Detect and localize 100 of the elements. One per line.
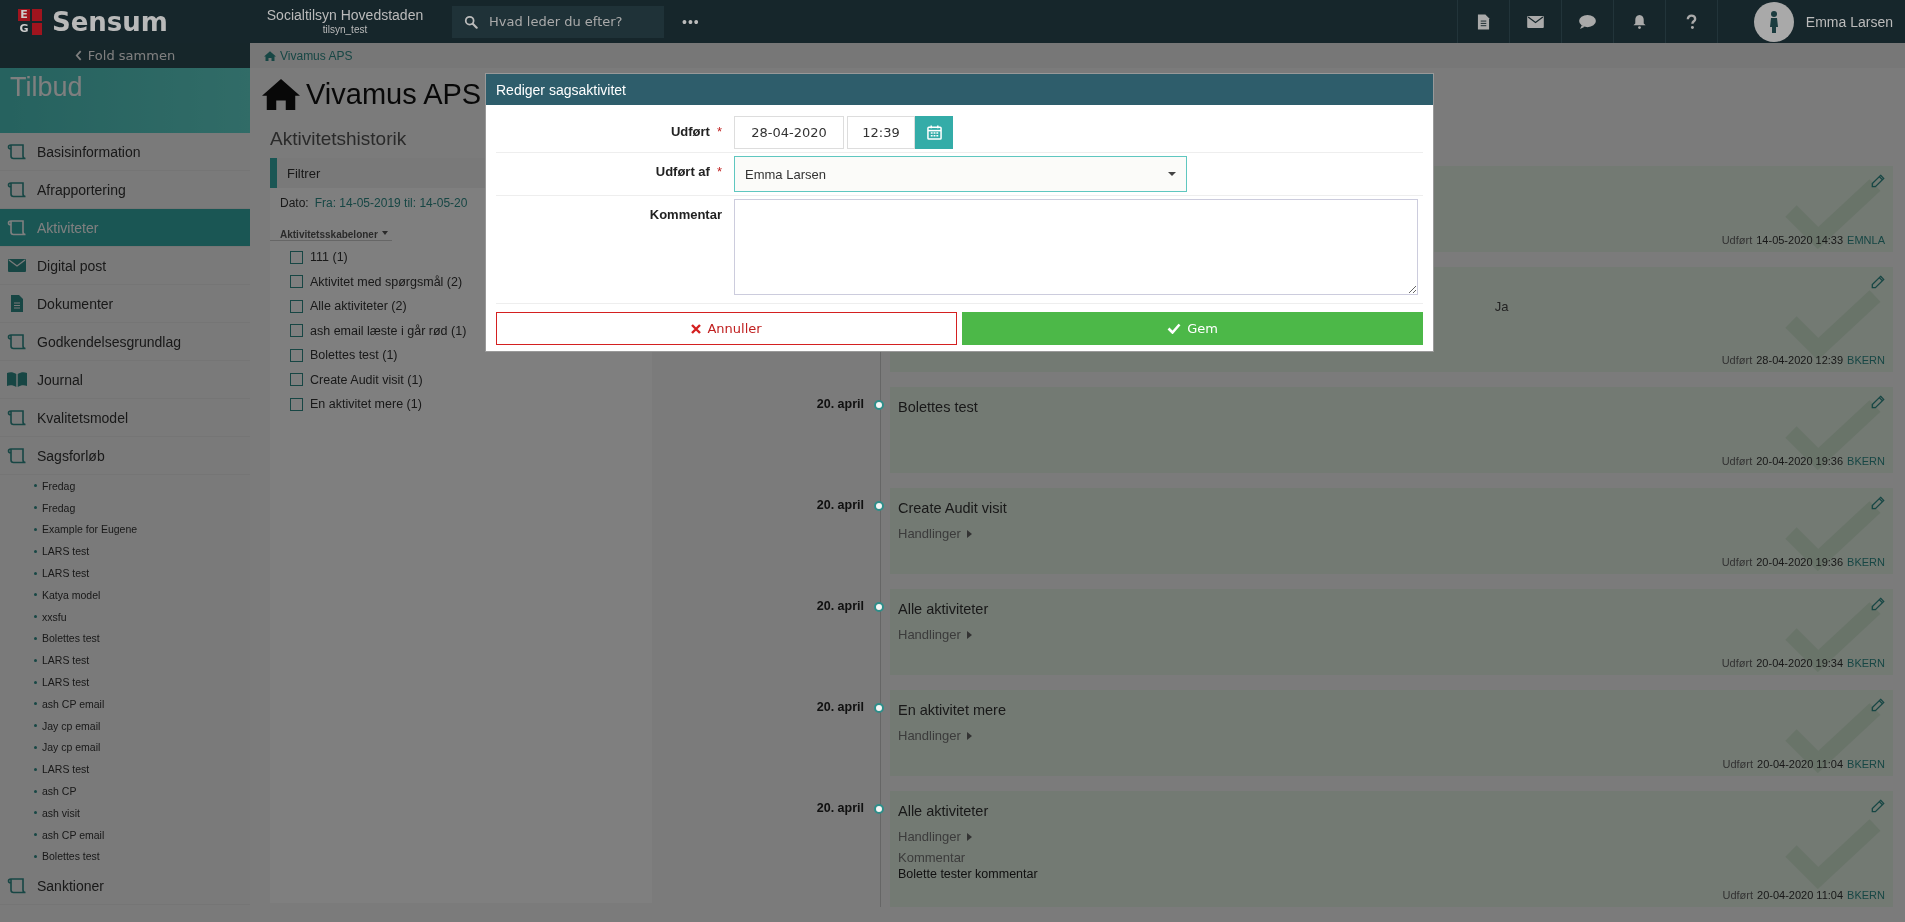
sidebar-subitem[interactable]: LARS test (0, 671, 250, 693)
sidebar-subitem[interactable]: Jay cp email (0, 736, 250, 759)
sidebar-subitem[interactable]: Bolettes test (0, 627, 250, 650)
edit-icon[interactable] (1871, 395, 1885, 409)
field-label: Udført (670, 124, 710, 139)
template-checkbox[interactable]: Bolettes test (1) (270, 343, 398, 368)
checkbox[interactable] (290, 397, 303, 411)
more-button[interactable]: ••• (682, 13, 700, 30)
scroll-icon (7, 143, 27, 160)
sidebar-subitem[interactable]: LARS test (0, 758, 250, 781)
sidebar-item[interactable]: Dokumenter (0, 285, 250, 323)
checkbox[interactable] (290, 299, 303, 313)
sidebar-subitem[interactable]: Example for Eugene (0, 518, 250, 541)
sidebar-subitem[interactable]: ash CP email (0, 823, 250, 846)
checkbox[interactable] (290, 373, 303, 387)
timeline-date: 20. april (816, 700, 864, 714)
template-checkbox[interactable]: Aktivitet med spørgsmål (2) (270, 269, 463, 294)
calendar-icon (926, 125, 942, 140)
search-bar[interactable]: Hvad leder du efter? (452, 5, 664, 38)
edit-icon[interactable] (1871, 799, 1885, 813)
scroll-icon (7, 447, 27, 464)
scroll-icon (7, 181, 27, 198)
checkbox[interactable] (290, 348, 303, 362)
chevron-left-icon (74, 50, 82, 61)
checkbox[interactable] (290, 324, 303, 338)
book-icon (7, 372, 27, 387)
sidebar-subitem[interactable]: Bolettes test (0, 845, 250, 868)
sidebar-subitem[interactable]: xxsfu (0, 605, 250, 628)
template-checkbox[interactable]: Alle aktiviteter (2) (270, 294, 407, 319)
user-select[interactable]: Emma Larsen (734, 156, 1187, 192)
checkbox[interactable] (290, 250, 303, 264)
organisation-name: Socialtilsyn Hovedstaden (266, 7, 424, 24)
template-checkbox[interactable]: En aktivitet mere (1) (270, 392, 422, 417)
sidebar-subitem[interactable]: ash CP email (0, 692, 250, 715)
actions-toggle[interactable]: Handlinger (898, 526, 972, 541)
user-initials[interactable]: BKERN (1847, 758, 1885, 770)
template-checkbox[interactable]: 111 (1) (270, 245, 348, 270)
avatar-icon[interactable] (1753, 1, 1794, 42)
done-label: Udført (1721, 556, 1753, 568)
comment-text: Bolette tester kommentar (898, 867, 1038, 881)
user-initials[interactable]: BKERN (1847, 354, 1885, 366)
save-button[interactable]: Gem (962, 312, 1423, 345)
done-datetime: 20-04-2020 19:36 (1756, 556, 1844, 568)
actions-toggle[interactable]: Handlinger (898, 627, 972, 642)
template-checkbox[interactable]: Create Audit visit (1) (270, 367, 423, 392)
date-field[interactable]: 28-04-2020 (734, 116, 844, 149)
sidebar-item[interactable]: Sagsforløb (0, 437, 250, 475)
sidebar-subitem[interactable]: ash visit (0, 801, 250, 824)
sidebar-item[interactable]: Basisinformation (0, 133, 250, 171)
sidebar-item[interactable]: Digital post (0, 247, 250, 285)
checkbox[interactable] (290, 275, 303, 289)
edit-icon[interactable] (1871, 174, 1885, 188)
dialog-title: Rediger sagsaktivitet (496, 81, 626, 98)
collapse-button[interactable]: Fold sammen (0, 43, 250, 68)
sidebar-item[interactable]: Kvalitetsmodel (0, 399, 250, 437)
sidebar-subitem[interactable]: LARS test (0, 540, 250, 563)
template-checkbox[interactable]: ash email læste i går rød (1) (270, 318, 467, 343)
sidebar-item[interactable]: Journal (0, 361, 250, 399)
search-field[interactable]: Hvad leder du efter? (487, 13, 661, 30)
close-icon (691, 323, 702, 334)
sidebar-subitem[interactable]: LARS test (0, 649, 250, 672)
date-range-link[interactable]: Fra: 14-05-2019 til: 14-05-20 (314, 196, 468, 210)
mail-icon (7, 259, 27, 272)
sidebar-item[interactable]: Godkendelsesgrundlag (0, 323, 250, 361)
user-initials[interactable]: BKERN (1847, 556, 1885, 568)
edit-icon[interactable] (1871, 698, 1885, 712)
timeline-date: 20. april (816, 498, 864, 512)
sidebar-item[interactable]: Aktiviteter (0, 209, 250, 247)
sidebar-subitem[interactable]: LARS test (0, 562, 250, 584)
sidebar-subitem[interactable]: Jay cp email (0, 714, 250, 737)
templates-dropdown[interactable]: Aktivitetsskabeloner (270, 218, 392, 241)
sidebar-subitem[interactable]: ash CP (0, 780, 250, 802)
user-initials[interactable]: BKERN (1847, 455, 1885, 467)
edit-icon[interactable] (1871, 275, 1885, 289)
sidebar-subitem[interactable]: Fredag (0, 496, 250, 519)
scroll-icon (7, 333, 27, 350)
sidebar-item[interactable]: Sanktioner (0, 867, 250, 906)
user-name[interactable]: Emma Larsen (1805, 13, 1893, 30)
timeline-dot (874, 400, 884, 410)
sidebar-subitem[interactable]: Fredag (0, 475, 250, 497)
timeline-dot (874, 804, 884, 814)
user-initials[interactable]: BKERN (1847, 889, 1885, 901)
actions-toggle[interactable]: Handlinger (898, 829, 972, 844)
cancel-button[interactable]: Annuller (496, 312, 957, 345)
search-icon (464, 14, 478, 29)
organisation-subtitle: tilsyn_test (322, 23, 368, 36)
done-datetime: 28-04-2020 12:39 (1756, 354, 1844, 366)
actions-toggle[interactable]: Handlinger (898, 728, 972, 743)
comment-field[interactable] (734, 199, 1418, 295)
app-name: Sensum (52, 6, 168, 37)
page-title: Vivamus APS (306, 77, 482, 111)
breadcrumb-link[interactable]: Vivamus APS (264, 48, 353, 63)
edit-icon[interactable] (1871, 597, 1885, 611)
user-initials[interactable]: BKERN (1847, 657, 1885, 669)
calendar-button[interactable] (915, 116, 953, 149)
edit-icon[interactable] (1871, 496, 1885, 510)
time-field[interactable]: 12:39 (847, 116, 915, 149)
user-initials[interactable]: EMNLA (1847, 234, 1885, 246)
activity-title: Alle aktiviteter (898, 803, 989, 819)
sidebar-subitem[interactable]: Katya model (0, 584, 250, 606)
